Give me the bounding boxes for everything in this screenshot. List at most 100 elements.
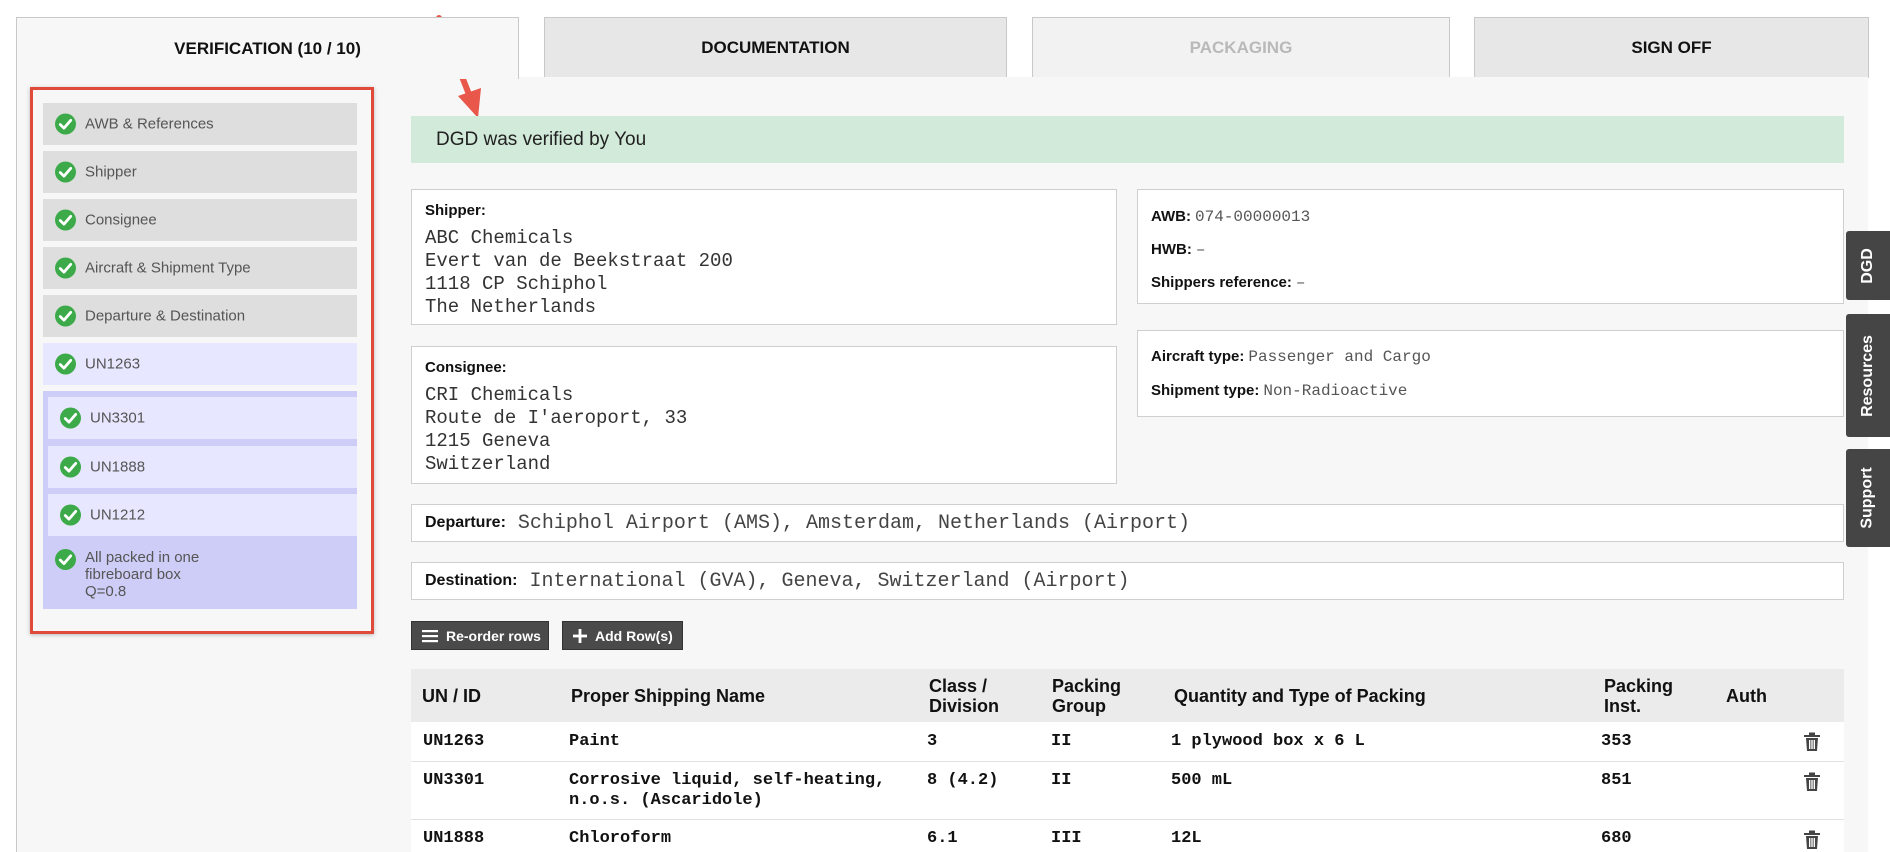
col-auth: Auth bbox=[1726, 686, 1767, 706]
aircraft-type-value: Passenger and Cargo bbox=[1248, 348, 1431, 366]
sidebar-item-label: UN1263 bbox=[85, 355, 141, 373]
col-class-division: Class / Division bbox=[929, 676, 999, 716]
awb-row: AWB: 074-00000013 bbox=[1151, 208, 1310, 226]
shipper-title: Shipper: bbox=[425, 202, 486, 219]
shippers-reference-label: Shippers reference: bbox=[1151, 274, 1292, 291]
table-row[interactable]: UN1263 Paint 3 II 1 plywood box x 6 L 35… bbox=[411, 722, 1844, 762]
cell-un: UN1263 bbox=[423, 732, 485, 751]
table-row[interactable]: UN1888 Chloroform 6.1 III 12L 680 bbox=[411, 820, 1844, 852]
side-tab-resources-label: Resources bbox=[1859, 334, 1877, 417]
table-row[interactable]: UN3301 Corrosive liquid, self-heating, n.… bbox=[411, 762, 1844, 820]
check-icon bbox=[55, 549, 76, 570]
tab-packaging: PACKAGING bbox=[1032, 17, 1450, 78]
shipper-box[interactable]: Shipper: ABC Chemicals Evert van de Beek… bbox=[411, 189, 1117, 325]
hwb-row: HWB: – bbox=[1151, 241, 1205, 259]
col-quantity-type: Quantity and Type of Packing bbox=[1174, 686, 1426, 706]
cell-un: UN3301 bbox=[423, 771, 485, 790]
reorder-rows-label: Re-order rows bbox=[446, 627, 541, 644]
check-icon bbox=[55, 257, 76, 279]
cell-pi: 851 bbox=[1601, 771, 1632, 790]
cell-pg: III bbox=[1051, 829, 1082, 848]
shippers-reference-value: – bbox=[1295, 274, 1306, 292]
trash-icon[interactable] bbox=[1803, 830, 1821, 850]
add-rows-button[interactable]: Add Row(s) bbox=[562, 621, 683, 650]
cell-qty: 12L bbox=[1171, 829, 1202, 848]
col-pi-line2: Inst. bbox=[1604, 696, 1642, 716]
sidebar-item-label: Shipper bbox=[85, 163, 137, 181]
aircraft-type-label: Aircraft type: bbox=[1151, 348, 1245, 365]
consignee-box[interactable]: Consignee: CRI Chemicals Route de I'aero… bbox=[411, 346, 1117, 484]
tab-bar: VERIFICATION (10 / 10) DOCUMENTATION PAC… bbox=[0, 0, 1890, 79]
cell-pi: 353 bbox=[1601, 732, 1632, 751]
col-pi-line1: Packing bbox=[1604, 676, 1674, 696]
check-icon bbox=[60, 407, 81, 429]
cell-pi: 680 bbox=[1601, 829, 1632, 848]
reorder-rows-button[interactable]: Re-order rows bbox=[411, 621, 549, 650]
trash-icon[interactable] bbox=[1803, 732, 1821, 752]
aircraft-type-row: Aircraft type: Passenger and Cargo bbox=[1151, 348, 1431, 366]
tab-sign-off[interactable]: SIGN OFF bbox=[1474, 17, 1869, 78]
table-header: UN / ID Proper Shipping Name Class / Divi… bbox=[411, 669, 1844, 722]
destination-label: Destination: bbox=[425, 572, 518, 589]
sidebar-item-label: UN1212 bbox=[90, 506, 146, 524]
check-icon bbox=[55, 161, 76, 183]
shippers-reference-row: Shippers reference: – bbox=[1151, 274, 1306, 292]
packed-line-1: All packed in one bbox=[85, 549, 200, 566]
consignee-title: Consignee: bbox=[425, 359, 507, 376]
sidebar-packed-group: UN3301 UN1888 UN1212 All packed in one f… bbox=[43, 391, 357, 609]
check-icon bbox=[55, 305, 76, 327]
sidebar-item-label: UN3301 bbox=[90, 409, 146, 427]
shipper-address: ABC Chemicals Evert van de Beekstraat 20… bbox=[425, 227, 733, 318]
sidebar-item-awb-references[interactable]: AWB & References bbox=[43, 103, 357, 145]
sidebar-item-label: All packed in one fibreboard box Q=0.8 bbox=[85, 549, 199, 600]
sidebar-item-departure-destination[interactable]: Departure & Destination bbox=[43, 295, 357, 337]
check-icon bbox=[60, 456, 81, 478]
side-tab-support[interactable]: Support bbox=[1846, 449, 1890, 547]
side-tab-resources[interactable]: Resources bbox=[1846, 314, 1890, 437]
trash-icon[interactable] bbox=[1803, 772, 1821, 792]
menu-lines-icon bbox=[422, 629, 438, 642]
departure-row[interactable]: Departure: Schiphol Airport (AMS), Amste… bbox=[411, 504, 1844, 542]
references-box[interactable]: AWB: 074-00000013 HWB: – Shippers referenc… bbox=[1137, 189, 1844, 304]
destination-value: International (GVA), Geneva, Switzerland… bbox=[529, 569, 1130, 593]
cell-pg: II bbox=[1051, 732, 1072, 751]
col-pg-line1: Packing bbox=[1052, 676, 1122, 696]
sidebar-item-consignee[interactable]: Consignee bbox=[43, 199, 357, 241]
sidebar-item-packed-box[interactable]: All packed in one fibreboard box Q=0.8 bbox=[43, 537, 357, 609]
sidebar-item-un1263[interactable]: UN1263 bbox=[43, 343, 357, 385]
shipment-type-label: Shipment type: bbox=[1151, 382, 1260, 399]
side-tab-dgd[interactable]: DGD bbox=[1846, 231, 1890, 300]
cell-class: 8 (4.2) bbox=[927, 771, 999, 790]
cell-psn-line1: Corrosive liquid, self-heating, bbox=[569, 771, 886, 790]
tab-verification[interactable]: VERIFICATION (10 / 10) bbox=[16, 17, 519, 79]
col-class-line2: Division bbox=[929, 696, 1000, 716]
departure-value: Schiphol Airport (AMS), Amsterdam, Nethe… bbox=[517, 511, 1191, 535]
awb-label: AWB: bbox=[1151, 208, 1191, 225]
sidebar-item-un1212[interactable]: UN1212 bbox=[48, 494, 357, 536]
sidebar-item-un3301[interactable]: UN3301 bbox=[48, 397, 357, 439]
cell-psn: Paint bbox=[569, 732, 621, 751]
departure-label: Departure: bbox=[425, 514, 506, 531]
dangerous-goods-table: UN / ID Proper Shipping Name Class / Divi… bbox=[411, 669, 1844, 852]
check-icon bbox=[55, 113, 76, 135]
side-tab-dgd-label: DGD bbox=[1859, 247, 1876, 284]
destination-row[interactable]: Destination: International (GVA), Geneva… bbox=[411, 562, 1844, 600]
app: VERIFICATION (10 / 10) DOCUMENTATION PAC… bbox=[0, 0, 1890, 852]
cell-psn: Corrosive liquid, self-heating, n.o.s. (A… bbox=[569, 771, 885, 811]
tab-documentation[interactable]: DOCUMENTATION bbox=[544, 17, 1007, 78]
col-pg-line2: Group bbox=[1052, 696, 1106, 716]
sidebar-item-shipper[interactable]: Shipper bbox=[43, 151, 357, 193]
hwb-value: – bbox=[1195, 241, 1206, 259]
cell-class: 3 bbox=[927, 732, 938, 751]
sidebar-item-un1888[interactable]: UN1888 bbox=[48, 446, 357, 488]
sidebar-item-aircraft-shipment-type[interactable]: Aircraft & Shipment Type bbox=[43, 247, 357, 289]
cell-un: UN1888 bbox=[423, 829, 485, 848]
verified-banner: DGD was verified by You bbox=[411, 116, 1844, 163]
plus-icon bbox=[573, 628, 587, 643]
sidebar-item-label: Consignee bbox=[85, 211, 157, 229]
packed-line-2: fibreboard box bbox=[85, 566, 181, 583]
aircraft-box[interactable]: Aircraft type: Passenger and Cargo Shipme… bbox=[1137, 330, 1844, 417]
awb-value: 074-00000013 bbox=[1195, 208, 1311, 226]
col-packing-inst: Packing Inst. bbox=[1604, 676, 1673, 716]
cell-pg: II bbox=[1051, 771, 1072, 790]
